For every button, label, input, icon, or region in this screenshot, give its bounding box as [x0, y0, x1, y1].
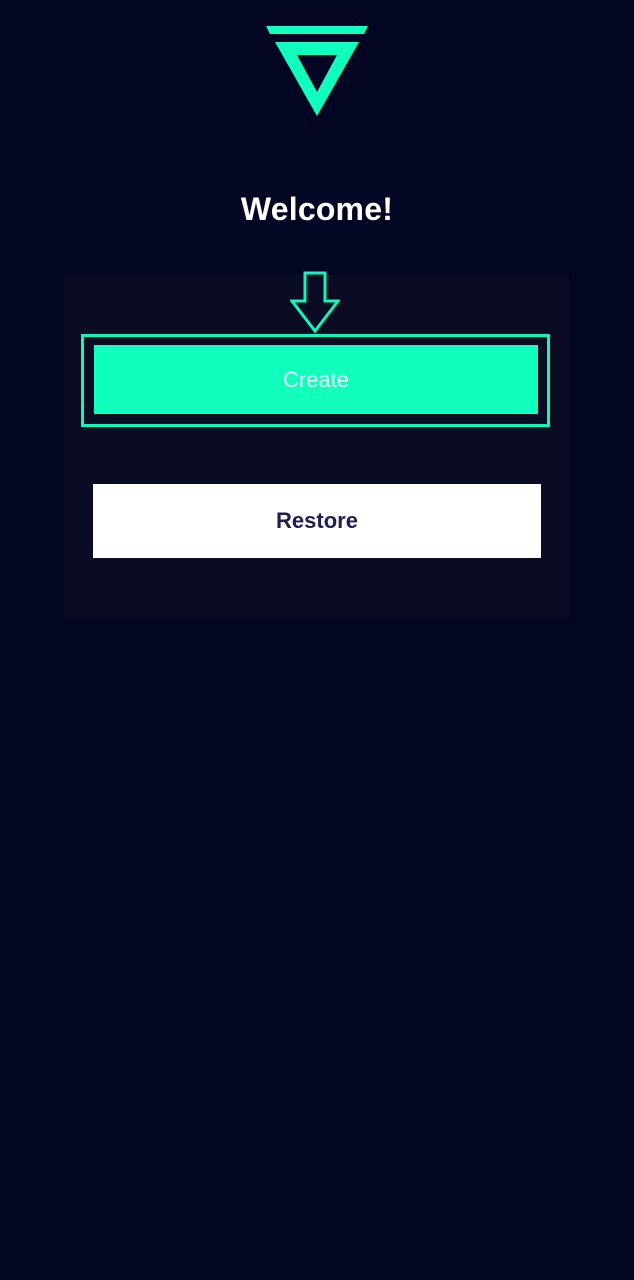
restore-button[interactable]: Restore — [93, 484, 541, 558]
arrow-down-icon — [290, 271, 340, 334]
create-button[interactable]: Create — [91, 342, 541, 417]
page-title: Welcome! — [240, 191, 394, 227]
app-logo-icon — [266, 26, 368, 116]
